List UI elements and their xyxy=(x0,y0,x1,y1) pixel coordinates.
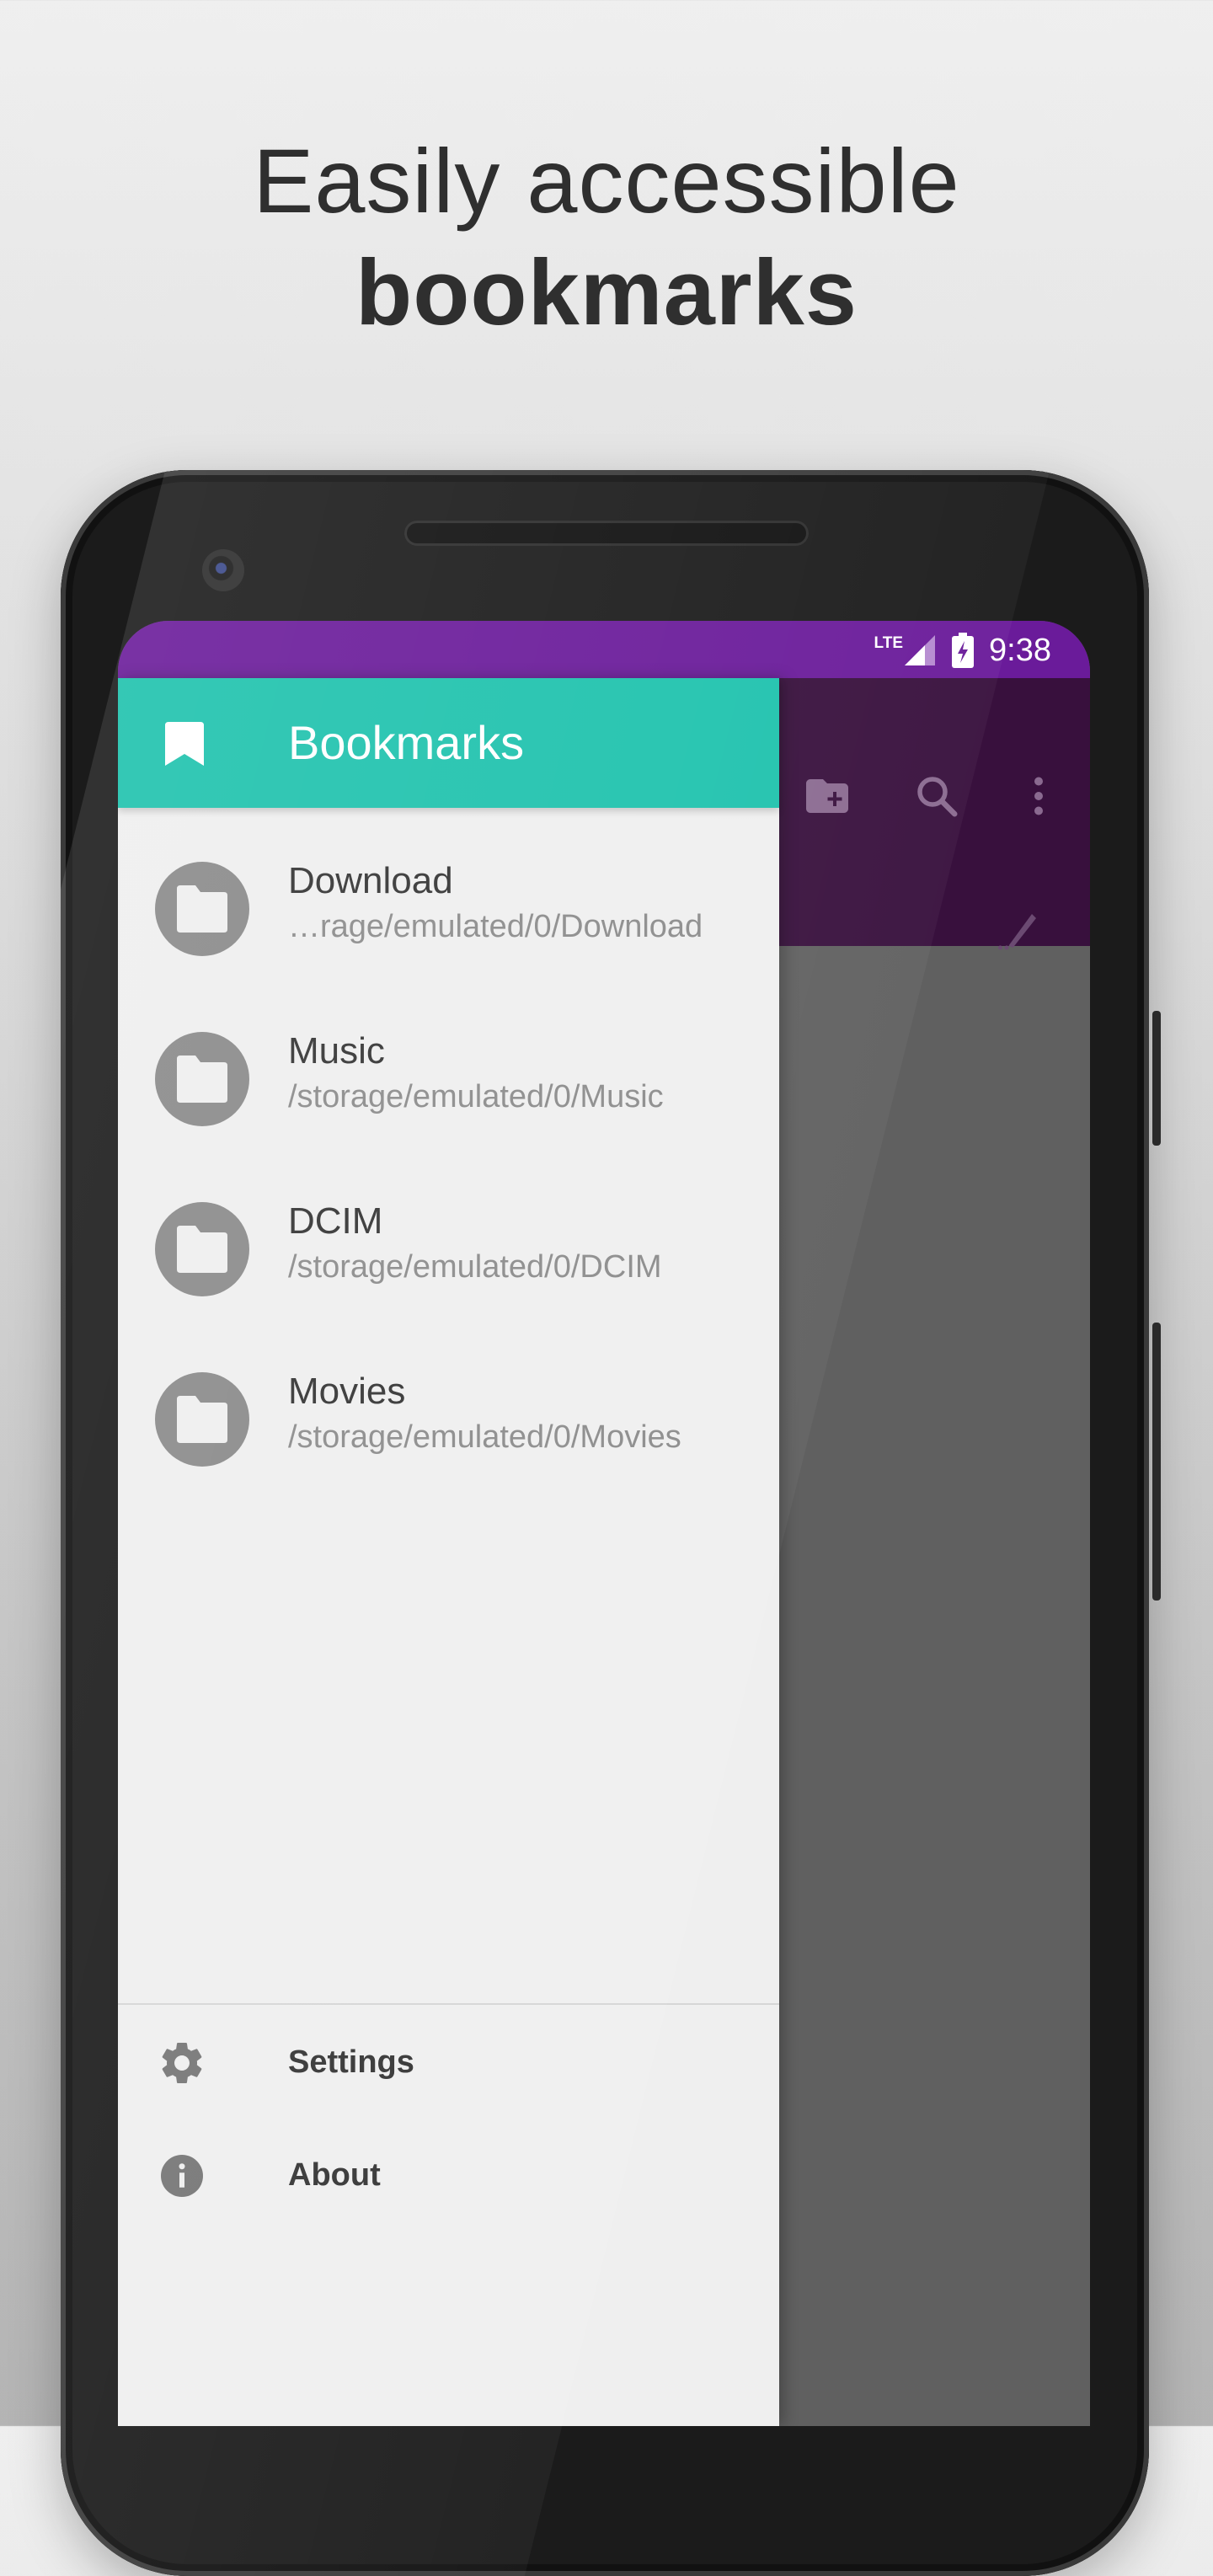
folder-icon xyxy=(155,1372,249,1467)
bookmark-item-movies[interactable]: Movies /storage/emulated/0/Movies xyxy=(118,1339,779,1507)
network-type: LTE xyxy=(874,634,904,652)
headline: Easily accessible bookmarks xyxy=(0,126,1213,350)
power-button xyxy=(1152,1323,1161,1601)
bookmark-name: Music xyxy=(288,1030,385,1072)
folder-icon xyxy=(155,1032,249,1126)
drawer-header: Bookmarks xyxy=(118,678,779,808)
bookmark-name: Movies xyxy=(288,1371,406,1412)
drawer-title: Bookmarks xyxy=(288,716,525,769)
bookmark-icon xyxy=(165,722,204,766)
clock: 9:38 xyxy=(989,632,1051,668)
phone-speaker xyxy=(404,521,809,546)
battery-charging-icon xyxy=(952,633,975,668)
bookmark-path: /storage/emulated/0/Movies xyxy=(288,1419,681,1455)
status-bar: LTE 9:38 xyxy=(118,621,1090,678)
bookmark-name: DCIM xyxy=(288,1200,383,1242)
bookmark-name: Download xyxy=(288,860,453,901)
folder-icon xyxy=(155,1202,249,1296)
drawer-divider xyxy=(118,2003,779,2005)
folder-icon xyxy=(155,862,249,956)
phone-screen: LTE 9:38 Bookmarks Download …rage/emulat… xyxy=(118,621,1090,2426)
edit-icon[interactable] xyxy=(994,906,1045,956)
bookmark-path: /storage/emulated/0/Music xyxy=(288,1079,664,1114)
gear-icon xyxy=(162,2043,202,2083)
headline-line-1: Easily accessible xyxy=(253,130,960,232)
info-icon xyxy=(161,2155,203,2197)
create-folder-icon[interactable] xyxy=(802,771,852,821)
bookmark-path: /storage/emulated/0/DCIM xyxy=(288,1249,662,1285)
about-label: About xyxy=(288,2157,381,2193)
volume-button xyxy=(1152,1011,1161,1146)
bookmark-item-download[interactable]: Download …rage/emulated/0/Download xyxy=(118,828,779,997)
bookmark-item-dcim[interactable]: DCIM /storage/emulated/0/DCIM xyxy=(118,1168,779,1337)
search-icon[interactable] xyxy=(911,771,962,821)
settings-item[interactable]: Settings xyxy=(118,2007,779,2117)
signal-icon xyxy=(905,635,936,665)
bookmark-item-music[interactable]: Music /storage/emulated/0/Music xyxy=(118,998,779,1167)
bookmark-path: …rage/emulated/0/Download xyxy=(288,909,703,944)
more-vert-icon[interactable] xyxy=(1013,771,1064,821)
about-item[interactable]: About xyxy=(118,2120,779,2230)
headline-line-2: bookmarks xyxy=(355,241,858,345)
navigation-drawer: Bookmarks Download …rage/emulated/0/Down… xyxy=(118,678,779,2426)
front-camera xyxy=(202,549,244,591)
settings-label: Settings xyxy=(288,2044,414,2080)
